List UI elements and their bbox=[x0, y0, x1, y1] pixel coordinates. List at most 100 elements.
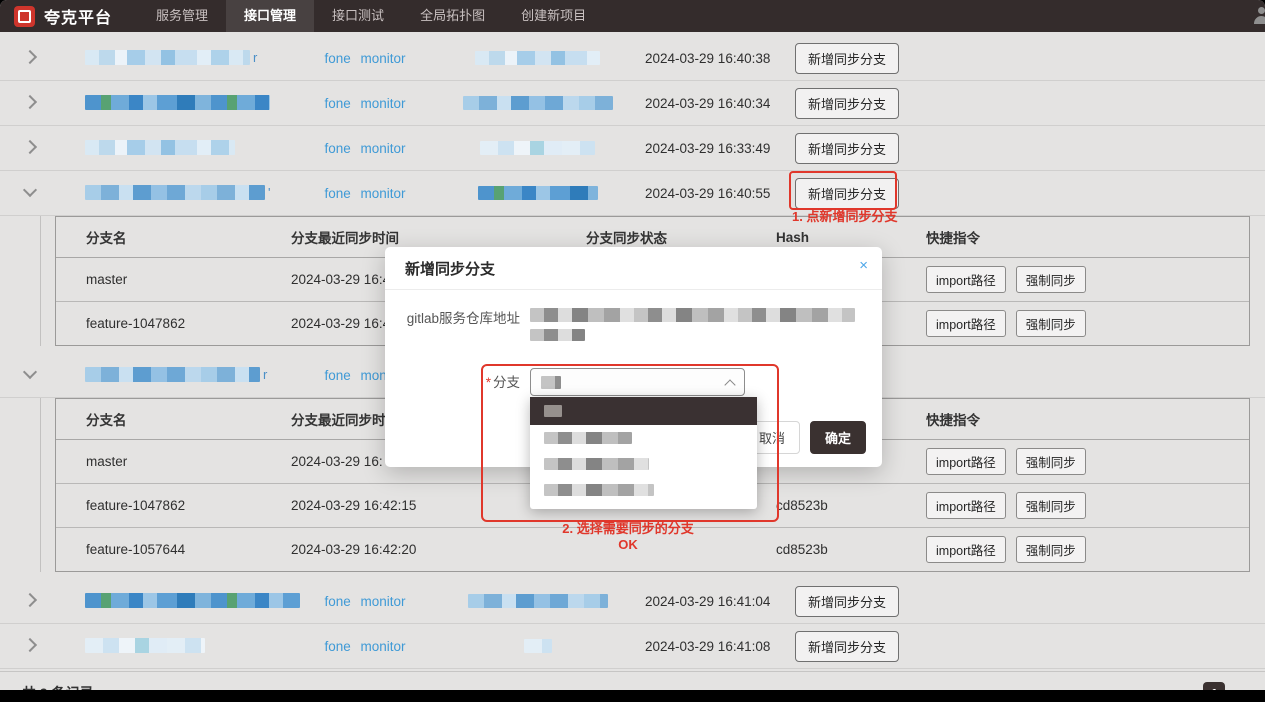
redacted-info bbox=[478, 186, 598, 200]
gitlab-address-value bbox=[530, 304, 862, 341]
confirm-button[interactable]: 确定 bbox=[810, 421, 866, 454]
service-link[interactable]: fone monitor bbox=[300, 639, 430, 654]
chevron-down-icon bbox=[23, 365, 37, 379]
last-sync-time: 2024-03-29 16:41:04 bbox=[645, 594, 795, 609]
required-mark: * bbox=[486, 375, 491, 390]
row-actions: 新增同步分支 bbox=[795, 586, 1265, 617]
quark-logo-icon bbox=[14, 6, 35, 27]
redacted-branch-option bbox=[544, 405, 562, 417]
service-link[interactable]: fone monitor bbox=[300, 186, 430, 201]
service-row: rfone monitor2024-03-29 16:40:38新增同步分支 bbox=[0, 36, 1265, 81]
redacted-info-cell bbox=[430, 139, 645, 157]
service-name-cell: ' bbox=[60, 184, 300, 202]
service-link[interactable]: fone monitor bbox=[300, 141, 430, 156]
expand-toggle[interactable] bbox=[0, 54, 60, 62]
next-page-icon[interactable]: › bbox=[1237, 682, 1243, 690]
prev-page-icon[interactable]: ‹ bbox=[1186, 682, 1192, 690]
redacted-service-name bbox=[85, 593, 300, 608]
branch-commands: import路径强制同步 bbox=[926, 492, 1249, 519]
row-actions: 新增同步分支 bbox=[795, 178, 1265, 209]
nav-tab[interactable]: 接口测试 bbox=[314, 0, 402, 32]
add-sync-branch-button[interactable]: 新增同步分支 bbox=[795, 43, 899, 74]
import-path-button[interactable]: import路径 bbox=[926, 310, 1006, 337]
force-sync-button[interactable]: 强制同步 bbox=[1016, 492, 1086, 519]
import-path-button[interactable]: import路径 bbox=[926, 492, 1006, 519]
redacted-selected-branch bbox=[541, 376, 561, 389]
branch-option[interactable] bbox=[530, 477, 757, 503]
service-link[interactable]: fone monitor bbox=[300, 51, 430, 66]
expand-toggle[interactable] bbox=[0, 642, 60, 650]
row-actions: 新增同步分支 bbox=[795, 133, 1265, 164]
branch-commands: import路径强制同步 bbox=[926, 536, 1249, 563]
redacted-service-name bbox=[85, 638, 205, 653]
chevron-right-icon bbox=[23, 95, 37, 109]
import-path-button[interactable]: import路径 bbox=[926, 266, 1006, 293]
branch-select[interactable] bbox=[530, 368, 745, 396]
column-header: 分支同步状态 bbox=[586, 227, 776, 247]
redacted-info bbox=[475, 51, 600, 65]
column-header: 快捷指令 bbox=[926, 227, 1249, 247]
branch-label: *分支 bbox=[405, 368, 530, 391]
import-path-button[interactable]: import路径 bbox=[926, 448, 1006, 475]
redacted-info-cell bbox=[430, 592, 645, 610]
top-navbar: 夸克平台 服务管理接口管理接口测试全局拓扑图创建新项目 bbox=[0, 0, 1265, 32]
gitlab-address-label: gitlab服务仓库地址 bbox=[405, 304, 530, 327]
branch-name: feature-1057644 bbox=[56, 542, 291, 557]
service-link[interactable]: fone monitor bbox=[300, 594, 430, 609]
nav-tab[interactable]: 创建新项目 bbox=[503, 0, 604, 32]
redacted-service-name bbox=[85, 95, 270, 110]
service-name-cell: r bbox=[60, 49, 300, 67]
expand-toggle[interactable] bbox=[0, 597, 60, 605]
redacted-info-cell bbox=[430, 184, 645, 202]
expand-toggle[interactable] bbox=[0, 191, 60, 195]
add-sync-branch-button[interactable]: 新增同步分支 bbox=[795, 88, 899, 119]
column-header: 分支名 bbox=[56, 409, 291, 429]
user-avatar-icon[interactable] bbox=[1252, 7, 1265, 25]
service-row: fone monitor 2024-03-29 16:41:04新增同步分支 bbox=[0, 579, 1265, 624]
add-sync-branch-button[interactable]: 新增同步分支 bbox=[795, 178, 899, 209]
expand-toggle[interactable] bbox=[0, 144, 60, 152]
service-link[interactable]: fone monitor bbox=[300, 96, 430, 111]
chevron-down-icon bbox=[23, 183, 37, 197]
add-sync-branch-button[interactable]: 新增同步分支 bbox=[795, 133, 899, 164]
service-name-cell bbox=[60, 94, 300, 112]
service-name-suffix: r bbox=[253, 50, 257, 65]
expand-toggle[interactable] bbox=[0, 99, 60, 107]
redacted-info-cell bbox=[430, 94, 645, 112]
force-sync-button[interactable]: 强制同步 bbox=[1016, 448, 1086, 475]
last-sync-time: 2024-03-29 16:41:08 bbox=[645, 639, 795, 654]
force-sync-button[interactable]: 强制同步 bbox=[1016, 266, 1086, 293]
redacted-service-name bbox=[85, 140, 235, 155]
nav-tab[interactable]: 接口管理 bbox=[226, 0, 314, 32]
column-header: 分支最近同步时间 bbox=[291, 227, 586, 247]
add-sync-branch-button[interactable]: 新增同步分支 bbox=[795, 586, 899, 617]
branch-name: feature-1047862 bbox=[56, 498, 291, 513]
branch-hash: cd8523b bbox=[776, 498, 926, 513]
import-path-button[interactable]: import路径 bbox=[926, 536, 1006, 563]
nav-tab[interactable]: 全局拓扑图 bbox=[402, 0, 503, 32]
redacted-info bbox=[480, 141, 595, 155]
service-name-suffix: ' bbox=[268, 185, 270, 200]
record-count: 共 9 条记录 bbox=[22, 683, 94, 690]
branch-option[interactable] bbox=[530, 425, 757, 451]
row-actions: 新增同步分支 bbox=[795, 88, 1265, 119]
branch-commands: import路径强制同步 bbox=[926, 266, 1249, 293]
add-sync-branch-button[interactable]: 新增同步分支 bbox=[795, 631, 899, 662]
nav-tab[interactable]: 服务管理 bbox=[138, 0, 226, 32]
last-sync-time: 2024-03-29 16:40:55 bbox=[645, 186, 795, 201]
last-sync-time: 2024-03-29 16:33:49 bbox=[645, 141, 795, 156]
branch-commands: import路径强制同步 bbox=[926, 448, 1249, 475]
branch-form-row: *分支 bbox=[405, 368, 862, 396]
branch-commands: import路径强制同步 bbox=[926, 310, 1249, 337]
chevron-right-icon bbox=[23, 593, 37, 607]
pagination: ‹ 1 › bbox=[1186, 682, 1243, 690]
branch-option[interactable] bbox=[530, 451, 757, 477]
branch-option[interactable] bbox=[530, 397, 757, 425]
force-sync-button[interactable]: 强制同步 bbox=[1016, 536, 1086, 563]
page-number-button[interactable]: 1 bbox=[1203, 682, 1225, 690]
expand-toggle[interactable] bbox=[0, 373, 60, 377]
force-sync-button[interactable]: 强制同步 bbox=[1016, 310, 1086, 337]
close-icon[interactable]: × bbox=[859, 257, 868, 274]
service-row: fone monitor 2024-03-29 16:41:08新增同步分支 bbox=[0, 624, 1265, 669]
redacted-info-cell bbox=[430, 637, 645, 655]
